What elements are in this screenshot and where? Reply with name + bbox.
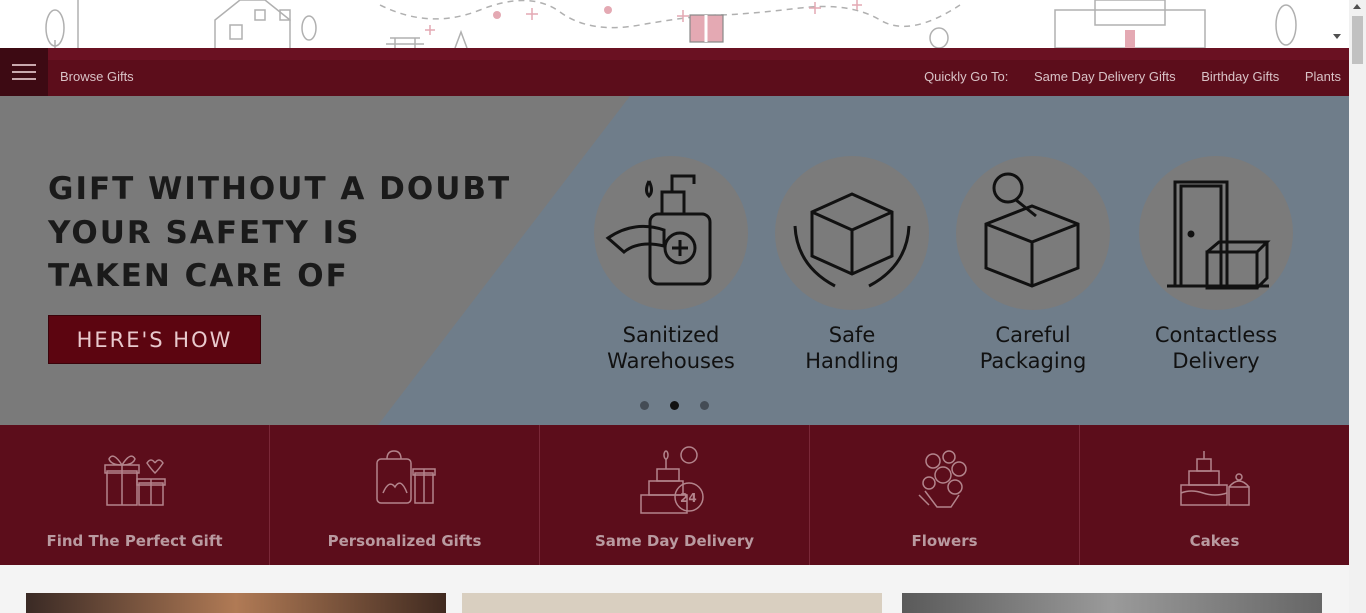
category-flowers[interactable]: Flowers <box>810 425 1080 565</box>
feature-label-line1: Contactless <box>1154 323 1278 347</box>
scrollbar-thumb[interactable] <box>1352 16 1363 64</box>
gift-boxes-icon <box>103 455 166 506</box>
category-label: Personalized Gifts <box>327 532 482 550</box>
category-label: Flowers <box>911 532 978 550</box>
cake-icon <box>1179 451 1250 506</box>
browse-gifts-link[interactable]: Browse Gifts <box>60 69 134 84</box>
quick-links: Quickly Go To: Same Day Delivery Gifts B… <box>924 69 1349 84</box>
box-hands-icon <box>775 156 929 310</box>
heres-how-button[interactable]: HERE'S HOW <box>48 315 261 364</box>
tape-box-icon <box>956 156 1110 310</box>
hero-headline: GIFT WITHOUT A DOUBT YOUR SAFETY IS TAKE… <box>48 168 511 299</box>
feature-label-line2: Delivery <box>1172 349 1260 373</box>
feature-careful-packaging: Careful Packaging <box>943 156 1123 374</box>
product-card-3[interactable] <box>902 593 1322 613</box>
cake-24-icon: 24 <box>639 446 704 514</box>
quick-go-label: Quickly Go To: <box>924 69 1009 84</box>
slider-dots <box>640 397 730 415</box>
slider-dot-1[interactable] <box>640 401 649 410</box>
category-cakes[interactable]: Cakes <box>1080 425 1349 565</box>
product-cards-row <box>0 565 1349 613</box>
flowers-icon <box>917 450 967 508</box>
category-personalized-gifts[interactable]: Personalized Gifts <box>270 425 540 565</box>
quick-link-same-day[interactable]: Same Day Delivery Gifts <box>1034 69 1176 84</box>
page-scrollbar[interactable] <box>1349 0 1366 613</box>
personalized-bag-icon <box>375 450 436 504</box>
feature-label-line1: Safe <box>828 323 876 347</box>
category-label: Find The Perfect Gift <box>46 532 223 550</box>
nav-bar: Browse Gifts Quickly Go To: Same Day Del… <box>0 48 1349 96</box>
scroll-down-icon[interactable] <box>1333 34 1341 39</box>
feature-contactless-delivery: Contactless Delivery <box>1126 156 1306 374</box>
feature-sanitized-warehouses: Sanitized Warehouses <box>581 156 761 374</box>
slider-dot-2[interactable] <box>670 401 679 410</box>
category-label: Cakes <box>1189 532 1240 550</box>
product-card-2[interactable] <box>462 593 882 613</box>
category-strip: Find The Perfect Gift Personalized Gifts… <box>0 425 1349 565</box>
category-find-perfect-gift[interactable]: Find The Perfect Gift <box>0 425 270 565</box>
hero-banner[interactable]: GIFT WITHOUT A DOUBT YOUR SAFETY IS TAKE… <box>0 96 1349 425</box>
header-illustration <box>0 0 1349 48</box>
headline-line-1: GIFT WITHOUT A DOUBT <box>48 171 512 207</box>
headline-line-3: TAKEN CARE OF <box>48 258 349 294</box>
feature-label-line2: Packaging <box>979 349 1087 373</box>
slider-dot-3[interactable] <box>700 401 709 410</box>
headline-line-2: YOUR SAFETY IS <box>48 214 361 251</box>
door-box-icon <box>1139 156 1293 310</box>
product-card-1[interactable] <box>26 593 446 613</box>
sanitizer-icon <box>594 156 748 310</box>
scroll-up-icon[interactable] <box>1353 4 1361 9</box>
feature-safe-handling: Safe Handling <box>762 156 942 374</box>
feature-label-line2: Handling <box>805 349 899 373</box>
feature-label-line1: Careful <box>995 323 1071 347</box>
hamburger-menu-button[interactable] <box>0 48 48 96</box>
svg-text:24: 24 <box>680 491 697 505</box>
category-same-day-delivery[interactable]: 24 Same Day Delivery <box>540 425 810 565</box>
quick-link-birthday[interactable]: Birthday Gifts <box>1201 69 1279 84</box>
feature-label-line2: Warehouses <box>607 349 735 373</box>
feature-label-line1: Sanitized <box>622 323 720 347</box>
quick-link-plants[interactable]: Plants <box>1305 69 1341 84</box>
category-label: Same Day Delivery <box>594 532 755 550</box>
